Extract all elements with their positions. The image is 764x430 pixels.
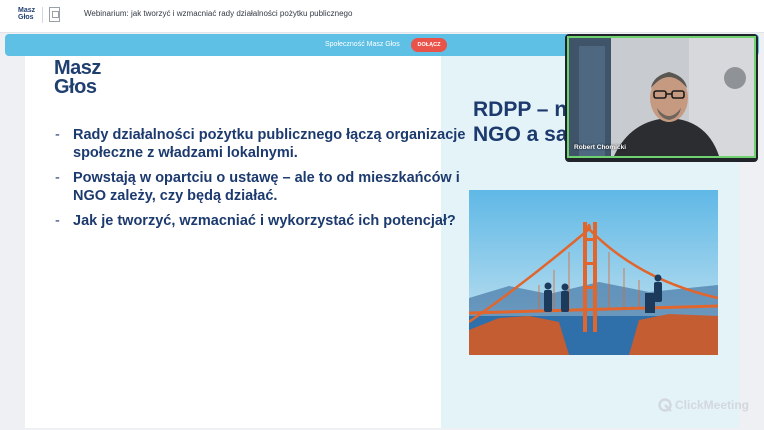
slide-bullet-list: - Rady działalności pożytku publicznego ł… — [55, 126, 475, 237]
bullet-marker: - — [55, 170, 60, 186]
coat-of-arms-icon — [49, 7, 60, 22]
webinar-title: Webinarium: jak tworzyć i wzmacniać rady… — [84, 9, 353, 18]
clickmeeting-brand: ClickMeeting — [675, 398, 750, 412]
header-divider — [42, 7, 43, 23]
masz-glos-logo[interactable]: Masz Głos — [18, 7, 35, 21]
bullet-text: Powstają w opartciu o ustawę – ale to od… — [73, 170, 460, 204]
top-bar: Masz Głos Webinarium: jak tworzyć i wzma… — [0, 0, 764, 33]
bridge-illustration — [469, 190, 718, 355]
speaker-video-tile[interactable]: Robert Chomicki — [565, 34, 758, 162]
banner-text: Społeczność Masz Głos — [325, 41, 400, 48]
slide-logo: Masz Głos — [54, 58, 101, 98]
bullet-item: - Jak je tworzyć, wzmacniać i wykorzystać… — [55, 212, 475, 230]
slide-title: RDPP – n NGO a sa — [473, 97, 568, 147]
logo-line-2: Głos — [18, 14, 34, 21]
speaker-name: Robert Chomicki — [574, 144, 627, 151]
clickmeeting-logo-icon — [658, 398, 672, 412]
join-button[interactable]: DOŁĄCZ — [411, 38, 447, 52]
bullet-item: - Powstają w opartciu o ustawę – ale to o… — [55, 169, 475, 205]
slide-title-line-1: RDPP – n — [473, 98, 568, 121]
speaker-video-feed — [569, 38, 754, 156]
clickmeeting-watermark: ClickMeeting — [658, 398, 749, 412]
bullet-marker: - — [55, 127, 60, 143]
bullet-text: Jak je tworzyć, wzmacniać i wykorzystać … — [73, 213, 456, 229]
bullet-marker: - — [55, 213, 60, 229]
video-frame: Robert Chomicki — [567, 36, 756, 158]
bullet-item: - Rady działalności pożytku publicznego ł… — [55, 126, 475, 162]
bullet-text: Rady działalności pożytku publicznego łą… — [73, 127, 466, 161]
slide-title-line-2: NGO a sa — [473, 123, 568, 146]
logo-line-1: Masz — [18, 7, 36, 14]
slide-logo-line-2: Głos — [54, 76, 97, 98]
